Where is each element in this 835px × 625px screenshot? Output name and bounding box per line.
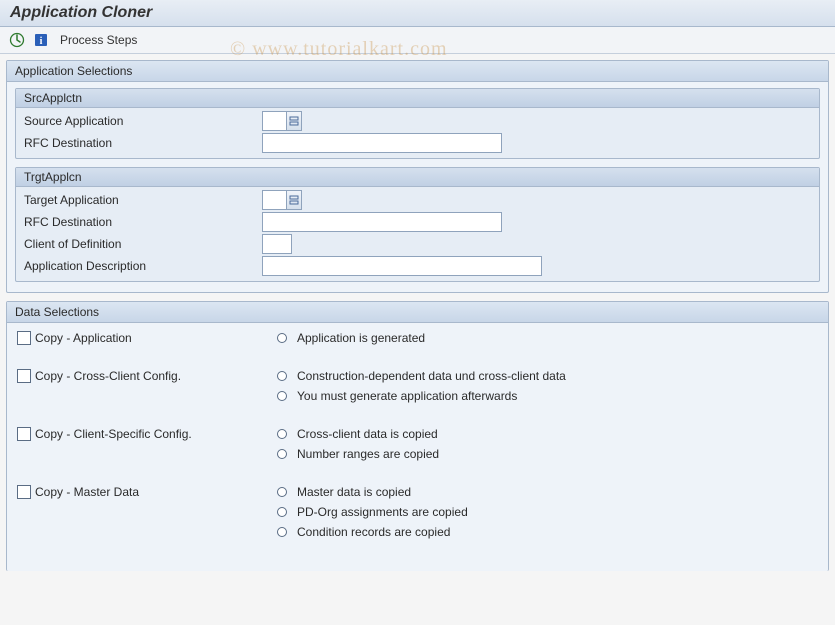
client-definition-label: Client of Definition [22, 237, 262, 251]
trgt-application-header: TrgtApplcn [16, 168, 819, 187]
bullet-radio-icon [277, 429, 287, 439]
data-selection-right: Cross-client data is copied Number ranges… [277, 427, 818, 467]
data-selection-right: Application is generated [277, 331, 818, 351]
data-selections-group: Data Selections Copy - Application Applic… [6, 301, 829, 571]
form-row: Source Application [22, 110, 813, 132]
bullet-radio-icon [277, 507, 287, 517]
application-description-input[interactable] [262, 256, 542, 276]
target-application-input[interactable] [262, 190, 302, 210]
info-bullet: Condition records are copied [277, 525, 818, 539]
src-application-group: SrcApplctn Source Application RFC Destin… [15, 88, 820, 159]
bullet-text: Condition records are copied [297, 525, 450, 539]
data-selection-left: Copy - Client-Specific Config. [17, 427, 277, 441]
process-steps-label[interactable]: Process Steps [60, 33, 137, 47]
execute-icon[interactable] [8, 31, 26, 49]
data-selection-row: Copy - Master Data Master data is copied P… [17, 485, 818, 545]
bullet-text: Application is generated [297, 331, 425, 345]
info-bullet: You must generate application afterwards [277, 389, 818, 403]
bullet-radio-icon [277, 449, 287, 459]
svg-text:i: i [40, 36, 43, 47]
bullet-text: Construction-dependent data und cross-cl… [297, 369, 566, 383]
source-application-label: Source Application [22, 114, 262, 128]
info-bullet: Cross-client data is copied [277, 427, 818, 441]
copy-checkbox[interactable] [17, 427, 31, 441]
src-rfc-input[interactable] [262, 133, 502, 153]
application-selections-group: Application Selections SrcApplctn Source… [6, 60, 829, 293]
content-area: Application Selections SrcApplctn Source… [0, 54, 835, 585]
src-application-header: SrcApplctn [16, 89, 819, 108]
copy-label: Copy - Cross-Client Config. [35, 369, 181, 383]
data-selection-left: Copy - Master Data [17, 485, 277, 499]
data-selection-right: Master data is copied PD-Org assignments … [277, 485, 818, 545]
application-selections-header: Application Selections [7, 61, 828, 82]
bullet-text: Cross-client data is copied [297, 427, 438, 441]
form-row: RFC Destination [22, 211, 813, 233]
title-bar: Application Cloner [0, 0, 835, 27]
data-selection-right: Construction-dependent data und cross-cl… [277, 369, 818, 409]
bullet-radio-icon [277, 391, 287, 401]
data-selection-row: Copy - Client-Specific Config. Cross-clie… [17, 427, 818, 467]
form-row: Client of Definition [22, 233, 813, 255]
trgt-application-group: TrgtApplcn Target Application RFC Destin… [15, 167, 820, 282]
form-row: Target Application [22, 189, 813, 211]
bullet-radio-icon [277, 487, 287, 497]
info-icon[interactable]: i [32, 31, 50, 49]
source-application-input[interactable] [262, 111, 302, 131]
bullet-text: Number ranges are copied [297, 447, 439, 461]
data-selection-row: Copy - Application Application is generat… [17, 331, 818, 351]
f4-help-icon[interactable] [286, 190, 302, 210]
bullet-radio-icon [277, 371, 287, 381]
bullet-text: PD-Org assignments are copied [297, 505, 468, 519]
info-bullet: Number ranges are copied [277, 447, 818, 461]
info-bullet: PD-Org assignments are copied [277, 505, 818, 519]
data-selection-left: Copy - Application [17, 331, 277, 345]
bullet-radio-icon [277, 333, 287, 343]
form-row: RFC Destination [22, 132, 813, 154]
copy-checkbox[interactable] [17, 485, 31, 499]
copy-checkbox[interactable] [17, 369, 31, 383]
trgt-rfc-input[interactable] [262, 212, 502, 232]
bullet-text: Master data is copied [297, 485, 411, 499]
info-bullet: Construction-dependent data und cross-cl… [277, 369, 818, 383]
form-row: Application Description [22, 255, 813, 277]
f4-help-icon[interactable] [286, 111, 302, 131]
bullet-text: You must generate application afterwards [297, 389, 517, 403]
data-selection-left: Copy - Cross-Client Config. [17, 369, 277, 383]
page-title: Application Cloner [10, 4, 825, 22]
data-selections-header: Data Selections [7, 302, 828, 323]
application-description-label: Application Description [22, 259, 262, 273]
data-selection-row: Copy - Cross-Client Config. Construction-… [17, 369, 818, 409]
copy-label: Copy - Client-Specific Config. [35, 427, 192, 441]
data-selections-body: Copy - Application Application is generat… [7, 323, 828, 571]
info-bullet: Application is generated [277, 331, 818, 345]
copy-label: Copy - Master Data [35, 485, 139, 499]
src-rfc-label: RFC Destination [22, 136, 262, 150]
target-application-label: Target Application [22, 193, 262, 207]
client-definition-input[interactable] [262, 234, 292, 254]
bullet-radio-icon [277, 527, 287, 537]
copy-checkbox[interactable] [17, 331, 31, 345]
copy-label: Copy - Application [35, 331, 132, 345]
trgt-rfc-label: RFC Destination [22, 215, 262, 229]
info-bullet: Master data is copied [277, 485, 818, 499]
toolbar: i Process Steps [0, 27, 835, 54]
